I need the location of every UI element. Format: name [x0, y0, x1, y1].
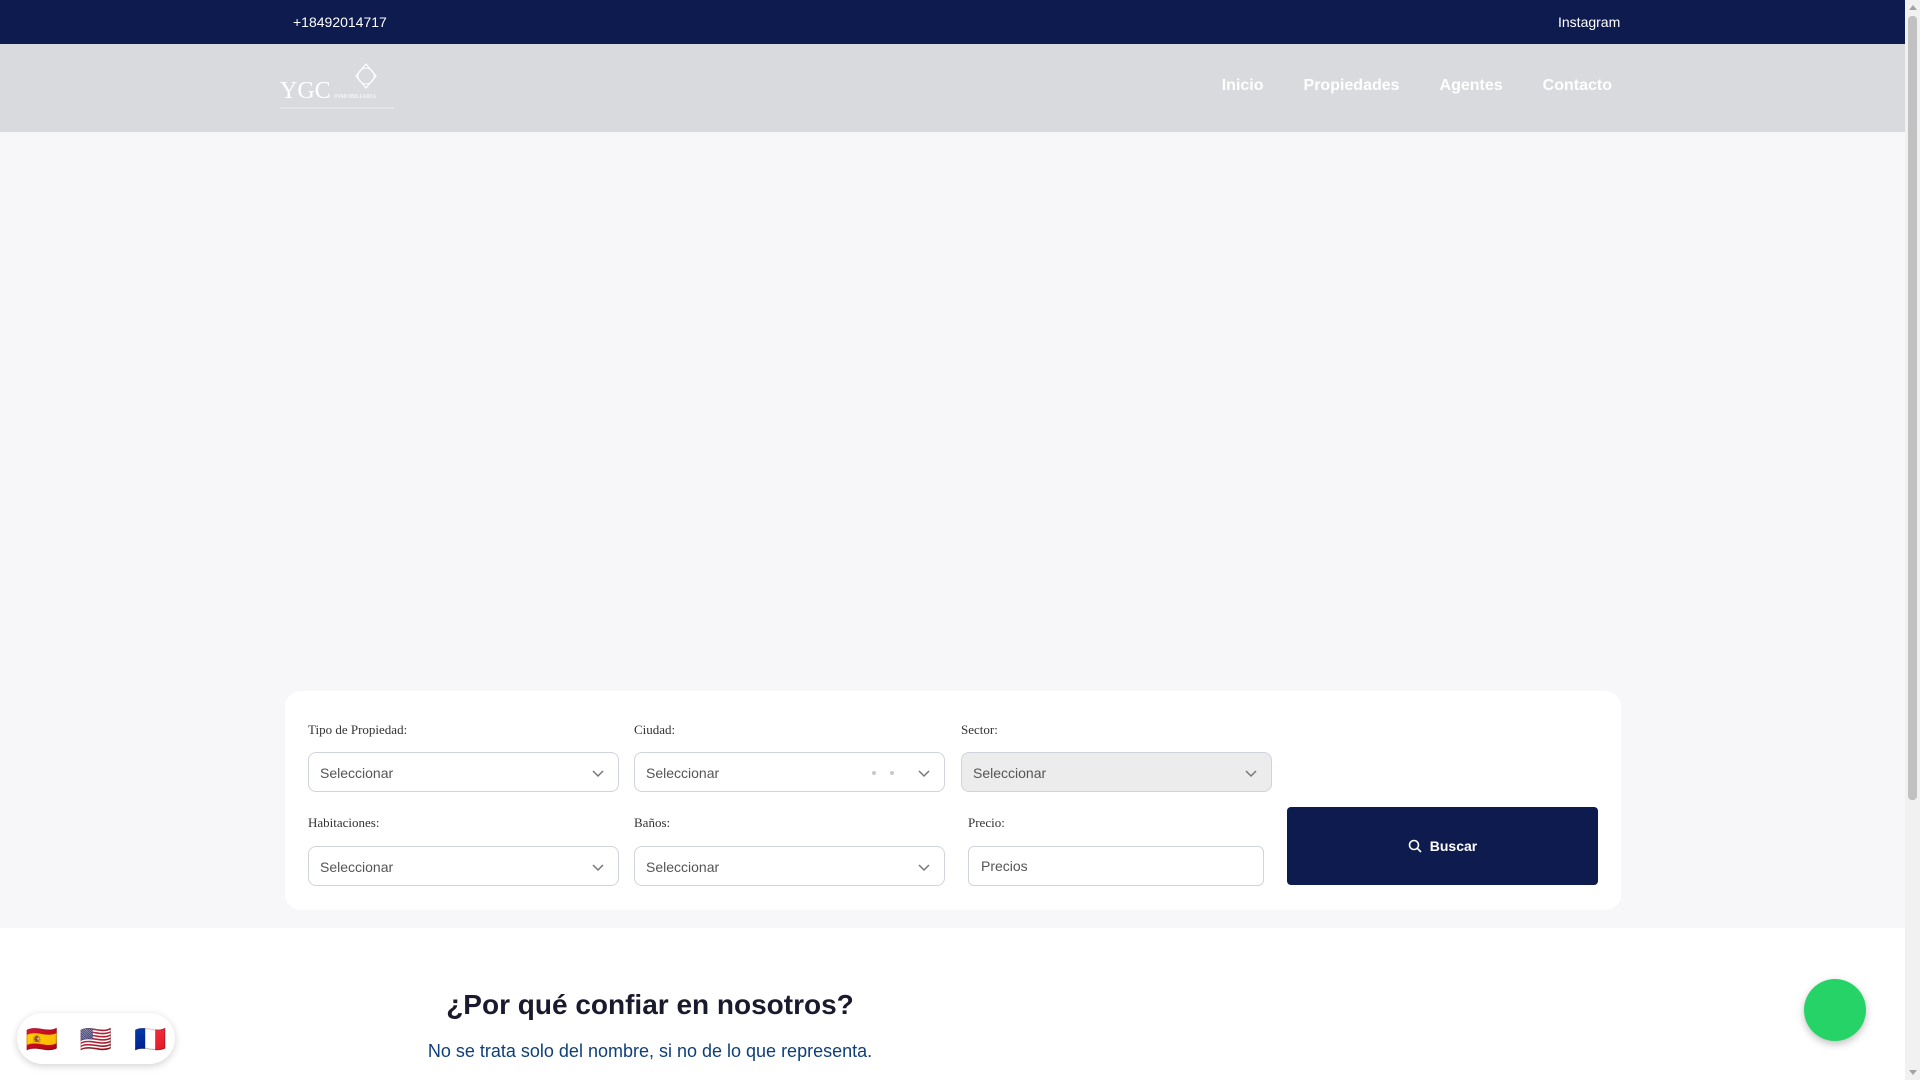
- scrollbar-thumb[interactable]: [1908, 16, 1917, 800]
- sector-value: Seleccionar: [973, 765, 1047, 781]
- top-bar: +18492014717 Instagram: [0, 0, 1905, 44]
- ciudad-label: Ciudad:: [634, 722, 676, 737]
- tipo-propiedad-select[interactable]: Seleccionar: [308, 752, 619, 792]
- trust-subtitle: No se trata solo del nombre, si no de lo…: [427, 1041, 873, 1061]
- logo-mark: YGC INMOBILIARIA: [280, 63, 394, 109]
- loading-dots: [872, 771, 894, 775]
- french-flag-icon[interactable]: 🇫🇷: [134, 1026, 166, 1052]
- habitaciones-label: Habitaciones:: [308, 815, 380, 830]
- scrollbar[interactable]: [1905, 0, 1920, 1080]
- phone-link[interactable]: +18492014717: [293, 14, 387, 30]
- chevron-down-icon: [918, 864, 930, 872]
- tipo-propiedad-value: Seleccionar: [320, 765, 394, 781]
- buscar-label: Buscar: [1429, 838, 1478, 854]
- chevron-down-icon: [592, 864, 604, 872]
- nav-menu: Inicio Propiedades Agentes Contacto: [1222, 77, 1612, 95]
- scroll-up-icon[interactable]: [1909, 5, 1917, 10]
- banos-select[interactable]: Seleccionar: [634, 846, 945, 886]
- trust-title: ¿Por qué confiar en nosotros?: [446, 989, 854, 1020]
- nav-propiedades[interactable]: Propiedades: [1304, 77, 1400, 95]
- scroll-down-icon[interactable]: [1909, 1070, 1917, 1075]
- nav-agentes[interactable]: Agentes: [1440, 77, 1503, 95]
- banos-value: Seleccionar: [646, 859, 720, 875]
- ciudad-select[interactable]: Seleccionar: [634, 752, 945, 792]
- habitaciones-value: Seleccionar: [320, 859, 394, 875]
- whatsapp-button[interactable]: [1804, 979, 1866, 1041]
- chevron-down-icon: [592, 770, 604, 778]
- us-flag-icon[interactable]: 🇺🇸: [80, 1026, 112, 1052]
- precio-input[interactable]: Precios: [968, 846, 1264, 886]
- search-icon: [1408, 839, 1422, 853]
- language-switcher: 🇪🇸 🇺🇸 🇫🇷: [17, 1013, 175, 1064]
- banos-label: Baños:: [634, 815, 671, 830]
- navbar: YGC INMOBILIARIA Inicio Propiedades Agen…: [0, 44, 1905, 132]
- chevron-down-icon: [918, 770, 930, 778]
- logo-text: YGC: [280, 78, 331, 104]
- spanish-flag-icon[interactable]: 🇪🇸: [25, 1026, 57, 1052]
- sector-select[interactable]: Seleccionar: [961, 752, 1272, 792]
- sector-label: Sector:: [961, 722, 998, 737]
- chevron-down-icon: [1245, 770, 1257, 778]
- logo-subtext: INMOBILIARIA: [334, 94, 377, 100]
- tipo-propiedad-label: Tipo de Propiedad:: [308, 722, 408, 737]
- habitaciones-select[interactable]: Seleccionar: [308, 846, 619, 886]
- buscar-button[interactable]: Buscar: [1287, 807, 1598, 885]
- instagram-link[interactable]: Instagram: [1558, 14, 1620, 30]
- precio-placeholder: Precios: [981, 858, 1028, 874]
- nav-contacto[interactable]: Contacto: [1543, 77, 1612, 95]
- precio-label: Precio:: [968, 815, 1005, 830]
- nav-inicio[interactable]: Inicio: [1222, 77, 1264, 95]
- ciudad-value: Seleccionar: [646, 765, 720, 781]
- logo[interactable]: YGC INMOBILIARIA: [278, 62, 396, 114]
